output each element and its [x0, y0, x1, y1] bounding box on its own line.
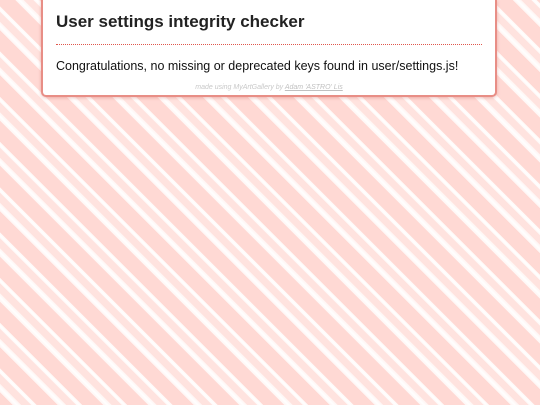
- author-link[interactable]: Adam 'ASTRO' Lis: [285, 84, 343, 91]
- footer-credit: made using MyArtGallery by Adam 'ASTRO' …: [43, 84, 495, 91]
- result-card: User settings integrity checker Congratu…: [41, 0, 497, 97]
- result-message: Congratulations, no missing or deprecate…: [56, 59, 459, 73]
- page-title: User settings integrity checker: [56, 12, 305, 31]
- credit-text: made using MyArtGallery by: [195, 84, 284, 91]
- dotted-divider: [56, 44, 482, 45]
